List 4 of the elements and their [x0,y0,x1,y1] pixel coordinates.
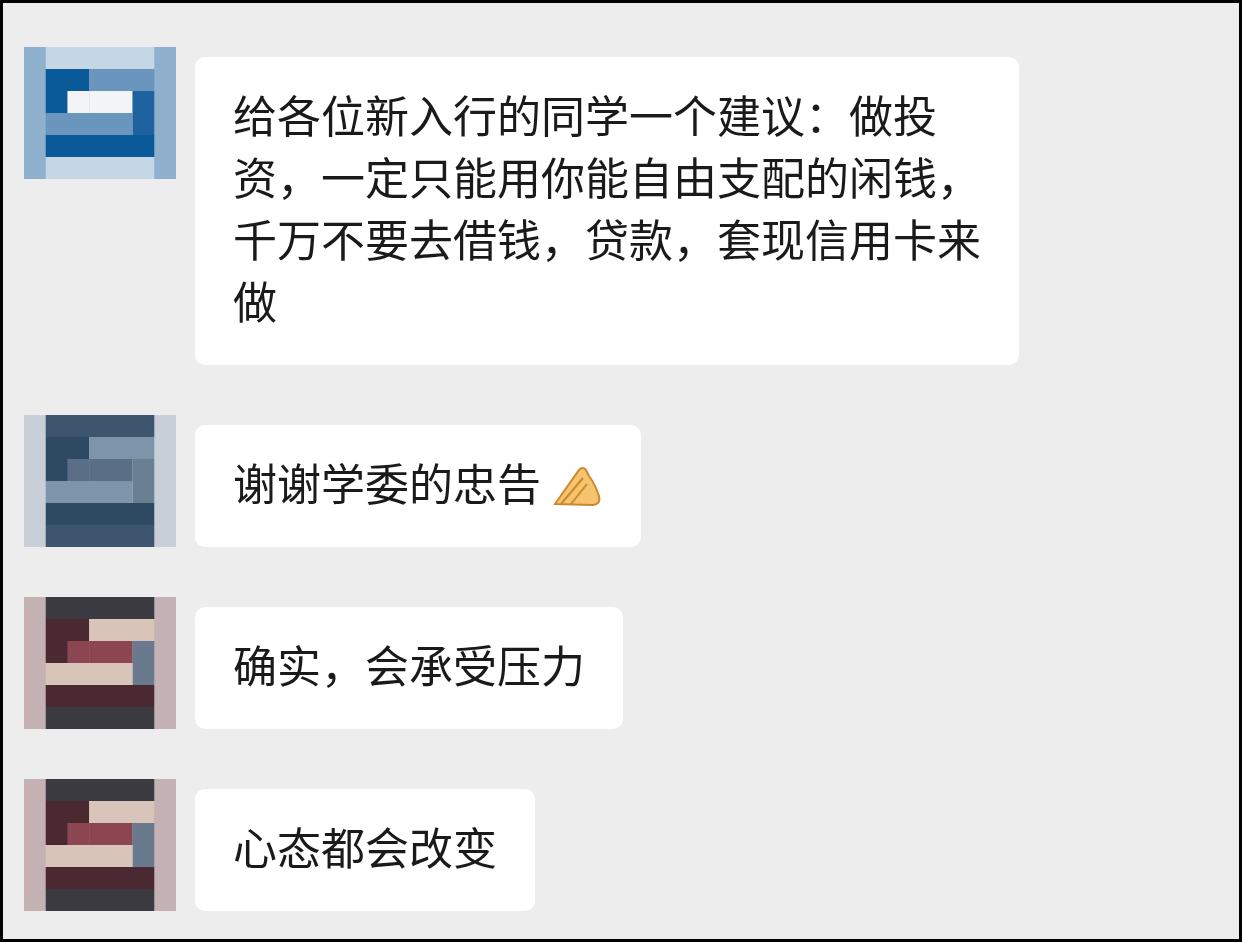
message-text: 心态都会改变 [233,823,497,877]
message-text: 给各位新入行的同学一个建议：做投资，一定只能用你能自由支配的闲钱，千万不要去借钱，贷款，套现信用卡来做 [233,91,981,331]
message-text: 谢谢学委的忠告 [233,459,541,513]
message-text: 确实，会承受压力 [233,641,585,695]
